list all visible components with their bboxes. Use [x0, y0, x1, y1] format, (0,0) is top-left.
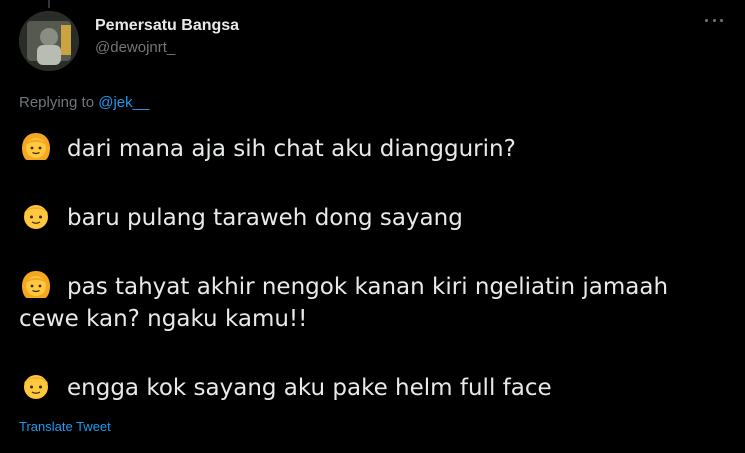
- avatar[interactable]: [19, 11, 79, 71]
- user-info: Pemersatu Bangsa @dewojnrt_: [95, 16, 239, 58]
- message-line: dari mana aja sih chat aku dianggurin?: [19, 130, 734, 165]
- tweet-text: dari mana aja sih chat aku dianggurin? b…: [19, 130, 734, 404]
- replying-to: Replying to @jek__: [19, 94, 149, 111]
- user-handle[interactable]: @dewojnrt_: [95, 38, 239, 58]
- girl-emoji-icon: [22, 133, 50, 160]
- boy-emoji-icon: [24, 205, 48, 229]
- reply-mention-link[interactable]: @jek__: [98, 94, 149, 111]
- message-line: pas tahyat akhir nengok kanan kiri ngeli…: [19, 268, 734, 303]
- display-name[interactable]: Pemersatu Bangsa: [95, 16, 239, 36]
- translate-tweet-link[interactable]: Translate Tweet: [19, 419, 111, 434]
- message-line: baru pulang taraweh dong sayang: [19, 199, 734, 234]
- message-text: baru pulang taraweh dong sayang: [67, 205, 463, 231]
- message-text: pas tahyat akhir nengok kanan kiri ngeli…: [67, 274, 669, 300]
- boy-emoji-icon: [24, 375, 48, 399]
- thread-connector-line: [48, 0, 50, 8]
- message-text: cewe kan? ngaku kamu!!: [19, 306, 308, 332]
- more-options-icon[interactable]: [705, 14, 723, 26]
- message-text: engga kok sayang aku pake helm full face: [67, 375, 552, 401]
- message-line-continued: cewe kan? ngaku kamu!!: [19, 303, 734, 335]
- message-text: dari mana aja sih chat aku dianggurin?: [67, 136, 516, 162]
- replying-prefix: Replying to: [19, 94, 99, 111]
- girl-emoji-icon: [22, 271, 50, 298]
- message-line: engga kok sayang aku pake helm full face: [19, 369, 734, 404]
